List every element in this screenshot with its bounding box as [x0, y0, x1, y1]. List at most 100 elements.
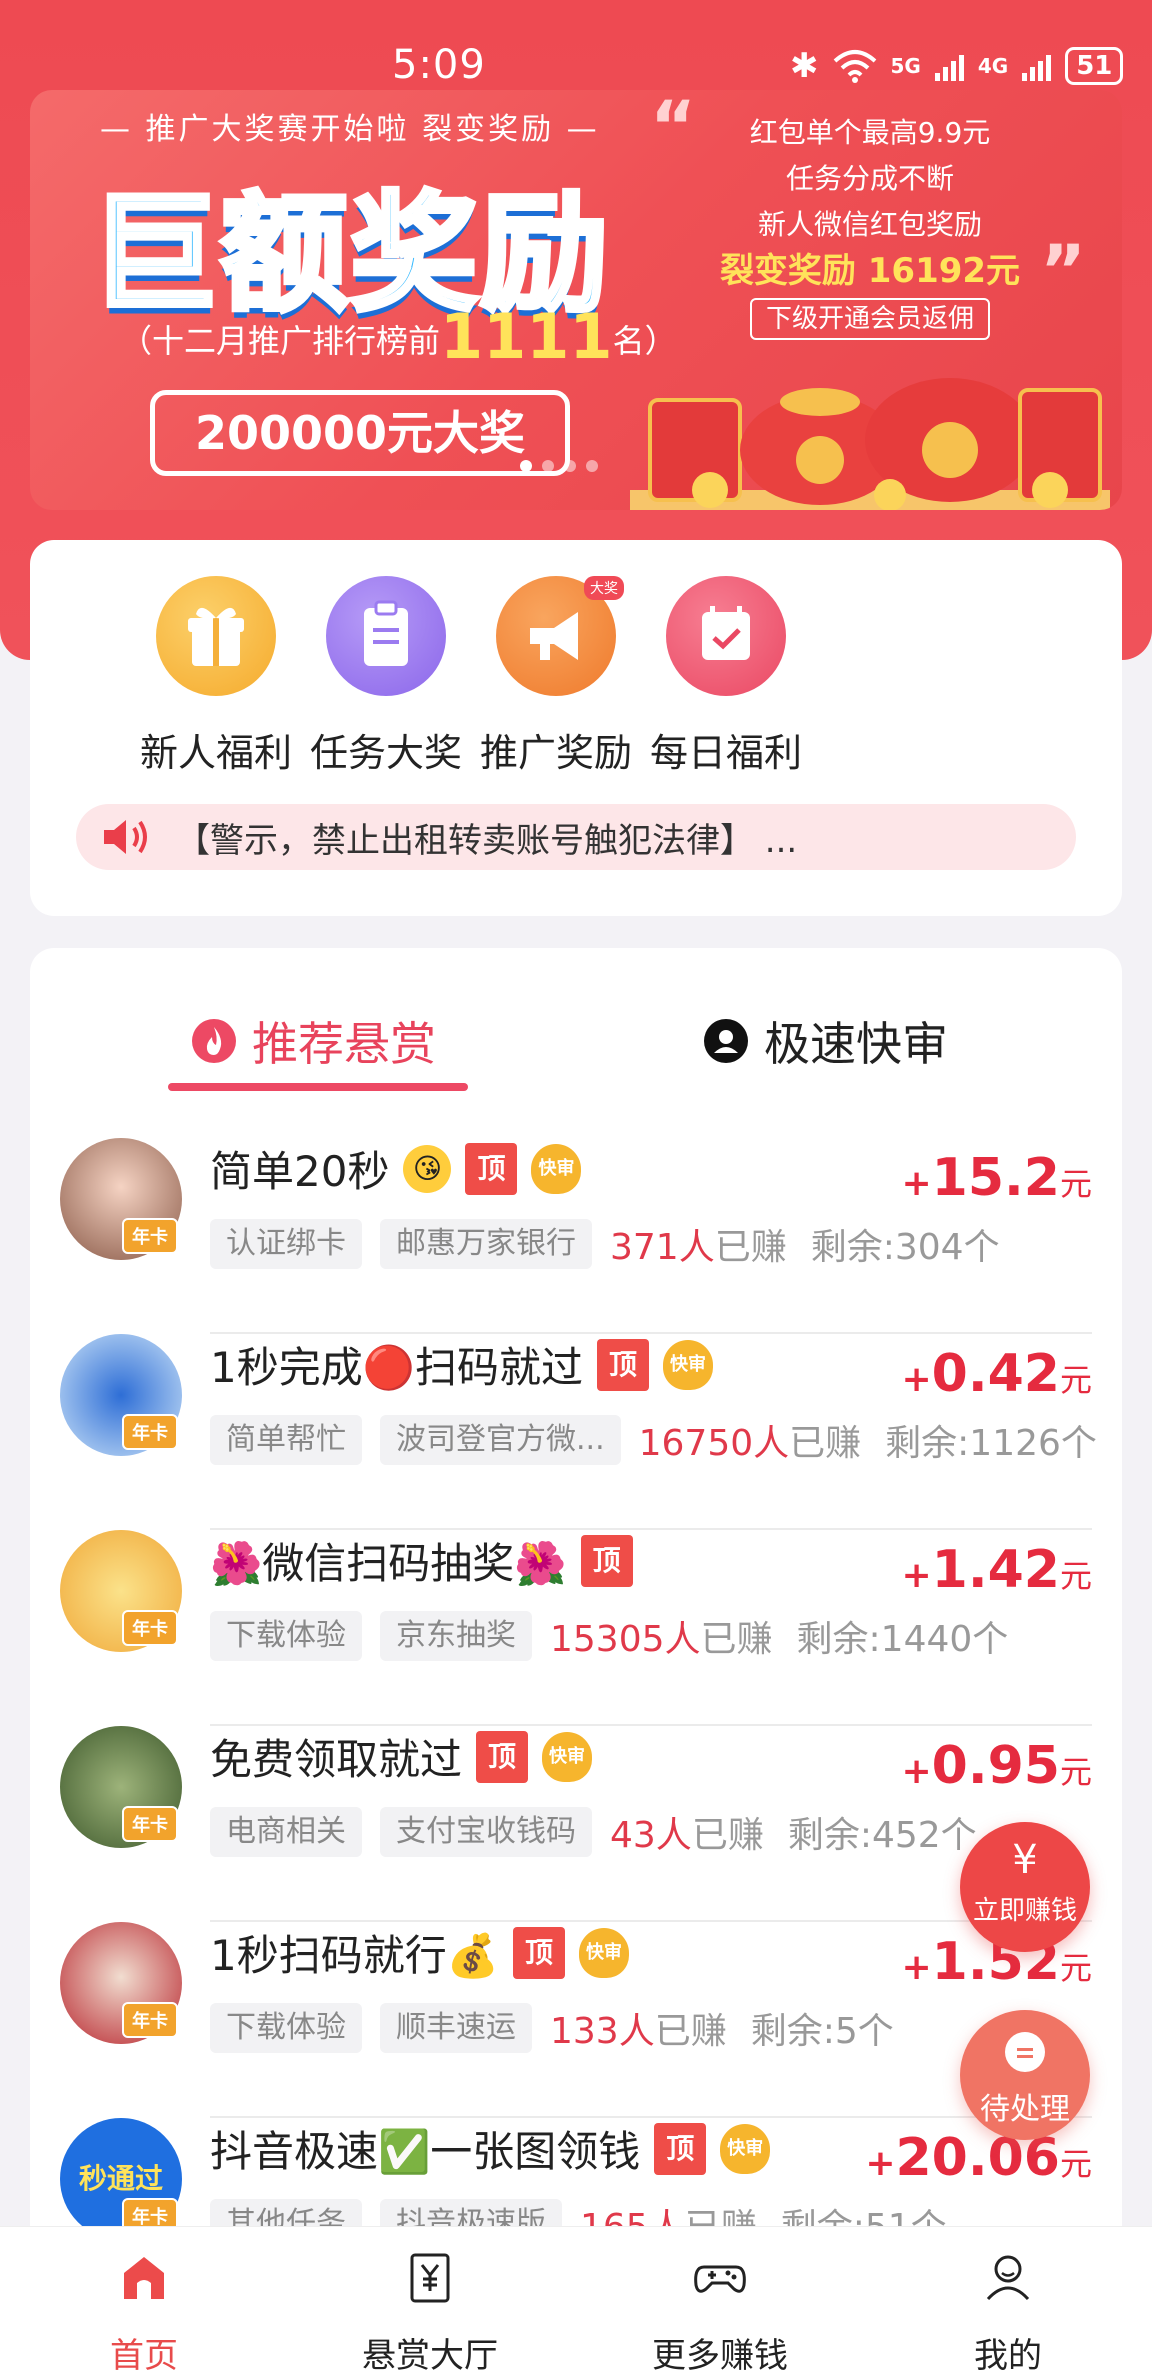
tab-indicator [168, 1083, 468, 1091]
benefit-line: 红包单个最高9.9元 [749, 116, 991, 149]
earned-count: 43人已赚 [610, 1815, 764, 1856]
reward-price: +1.42元 [901, 1540, 1093, 1600]
task-title: 免费领取就过 顶 快审 [210, 1726, 593, 1787]
avatar: 年卡 [60, 1726, 182, 1848]
yuan-doc-icon [410, 2253, 450, 2303]
task-meta: 下载体验 京东抽奖 15305人已赚 剩余:1440个 [210, 1610, 1008, 1662]
task-meta: 简单帮忙 波司登官方微... 16750人已赚 剩余:1126个 [210, 1414, 1097, 1466]
reward-price: +0.95元 [901, 1736, 1093, 1796]
earn-now-button[interactable]: ¥ 立即赚钱 [960, 1822, 1090, 1952]
benefit-line: 新人微信红包奖励 [757, 208, 982, 241]
rebate-pill: 下级开通会员返佣 [749, 298, 990, 340]
reward-price: +20.06元 [865, 2128, 1092, 2188]
banner-pagination [520, 460, 598, 472]
task-tag: 下载体验 [210, 1611, 362, 1661]
annual-card-badge: 年卡 [122, 1414, 178, 1450]
task-title: 🌺微信扫码抽奖🌺 顶 [210, 1530, 633, 1591]
task-tag: 认证绑卡 [210, 1219, 362, 1269]
pinned-tag: 顶 [580, 1534, 633, 1587]
calendar-check-icon [666, 576, 786, 696]
signal-icon [934, 51, 964, 81]
task-row[interactable]: 年卡 1秒扫码就行💰 顶 快审 下载体验 顺丰速运 133人已赚 剩余:5个 +… [30, 1922, 1122, 2118]
pending-button[interactable]: 待处理 [960, 2010, 1090, 2140]
reward-price: +15.2元 [901, 1148, 1093, 1208]
earned-count: 15305人已赚 [550, 1619, 773, 1660]
earned-count: 371人已赚 [610, 1227, 787, 1268]
task-title: 1秒完成🔴扫码就过 顶 快审 [210, 1334, 714, 1395]
megaphone-icon: 大奖 [496, 576, 624, 696]
fast-review-tag: 快审 [720, 2123, 771, 2174]
task-tag: 下载体验 [210, 2003, 362, 2053]
notice-bar[interactable]: 【警示，禁止出租转卖账号触犯法律】 ... [76, 804, 1076, 870]
task-title: 抖音极速✅一张图领钱 顶 快审 [210, 2118, 771, 2179]
red-envelopes-image [630, 378, 1110, 510]
task-list-card: 推荐悬赏 极速快审 年卡 简单20秒 😘 顶 快审 认证绑卡 邮惠万家银行 37… [30, 948, 1122, 2376]
nav-home[interactable]: 首页 [44, 2247, 244, 2376]
battery-icon: 51 [1065, 47, 1124, 85]
chat-bubble-icon [1005, 2032, 1045, 2072]
task-tag: 邮惠万家银行 [380, 1219, 592, 1269]
tab-fast-review[interactable]: 极速快审 [702, 1008, 948, 1074]
task-row[interactable]: 年卡 简单20秒 😘 顶 快审 认证绑卡 邮惠万家银行 371人已赚 剩余:30… [30, 1138, 1122, 1334]
annual-card-badge: 年卡 [122, 2002, 178, 2038]
quick-entry-card: 新人福利 任务大奖 大奖 推广奖励 每日福利 【警示，禁止出租转卖账号触犯法律】… [30, 540, 1122, 916]
remaining-count: 剩余:5个 [750, 2011, 894, 2052]
banner-rank: （十二月推广排行榜前1111名） [120, 300, 677, 373]
fast-review-tag: 快审 [542, 1731, 593, 1782]
nav-label: 更多赚钱 [652, 2336, 788, 2376]
entry-daily-benefit[interactable]: 每日福利 [626, 576, 826, 777]
earned-count: 133人已赚 [550, 2011, 727, 2052]
bottom-nav: 首页 悬赏大厅 更多赚钱 我的 [0, 2226, 1152, 2376]
task-row[interactable]: 年卡 🌺微信扫码抽奖🌺 顶 下载体验 京东抽奖 15305人已赚 剩余:1440… [30, 1530, 1122, 1726]
task-row[interactable]: 年卡 1秒完成🔴扫码就过 顶 快审 简单帮忙 波司登官方微... 16750人已… [30, 1334, 1122, 1530]
task-meta: 下载体验 顺丰速运 133人已赚 剩余:5个 [210, 2002, 894, 2054]
nav-mine[interactable]: 我的 [908, 2247, 1108, 2376]
task-tag: 京东抽奖 [380, 1611, 532, 1661]
benefit-line: 任务分成不断 [785, 162, 954, 195]
tab-recommended[interactable]: 推荐悬赏 [190, 1008, 436, 1074]
task-tag: 支付宝收钱码 [380, 1807, 592, 1857]
fast-review-tag: 快审 [531, 1143, 582, 1194]
user-circle-icon [704, 1019, 748, 1063]
fission-reward: 裂变奖励 16192元 [719, 251, 1021, 291]
network-4g-label: 4G [977, 54, 1009, 78]
fast-review-tag: 快审 [579, 1927, 630, 1978]
avatar: 年卡 [60, 1334, 182, 1456]
task-tag: 波司登官方微... [380, 1415, 621, 1465]
avatar: 年卡 [60, 1530, 182, 1652]
annual-card-badge: 年卡 [122, 1610, 178, 1646]
promo-banner[interactable]: — 推广大奖赛开始啦 裂变奖励 — 巨额奖励 （十二月推广排行榜前1111名） … [30, 90, 1122, 510]
remaining-count: 剩余:1440个 [796, 1619, 1009, 1660]
gamepad-icon [694, 2265, 746, 2293]
gift-icon [156, 576, 276, 696]
fast-review-tag: 快审 [663, 1339, 714, 1390]
status-icons: ✱ 5G 4G 51 [790, 46, 1124, 86]
task-meta: 认证绑卡 邮惠万家银行 371人已赚 剩余:304个 [210, 1218, 1000, 1270]
task-tag: 简单帮忙 [210, 1415, 362, 1465]
tab-label: 推荐悬赏 [252, 1017, 436, 1071]
nav-label: 首页 [110, 2336, 178, 2376]
avatar: 年卡 [60, 1922, 182, 2044]
task-tag: 顺丰速运 [380, 2003, 532, 2053]
nav-reward-hall[interactable]: 悬赏大厅 [330, 2247, 530, 2376]
network-5g-label: 5G [890, 54, 921, 78]
task-row[interactable]: 年卡 免费领取就过 顶 快审 电商相关 支付宝收钱码 43人已赚 剩余:452个… [30, 1726, 1122, 1922]
banner-subtitle: — 推广大奖赛开始啦 裂变奖励 — [100, 112, 600, 147]
avatar: 秒通过 年卡 [60, 2118, 182, 2240]
status-bar: 5:09 ✱ 5G 4G 51 [0, 40, 1152, 92]
banner-prize: 200000元大奖 [150, 390, 570, 476]
status-time: 5:09 [392, 42, 486, 88]
earned-count: 16750人已赚 [638, 1423, 862, 1464]
yuan-icon: ¥ [1012, 1837, 1038, 1883]
rank-number: 1111 [440, 300, 613, 373]
remaining-count: 剩余:304个 [810, 1227, 1000, 1268]
task-title: 简单20秒 😘 顶 快审 [210, 1138, 582, 1199]
nav-more-earn[interactable]: 更多赚钱 [620, 2247, 820, 2376]
earn-now-label: 立即赚钱 [972, 1896, 1077, 1926]
nav-label: 我的 [974, 2336, 1042, 2376]
tab-label: 极速快审 [764, 1017, 948, 1071]
remaining-count: 剩余:1126个 [885, 1423, 1097, 1464]
task-tag: 电商相关 [210, 1807, 362, 1857]
entry-label: 每日福利 [649, 731, 802, 775]
clipboard-icon [326, 576, 446, 696]
